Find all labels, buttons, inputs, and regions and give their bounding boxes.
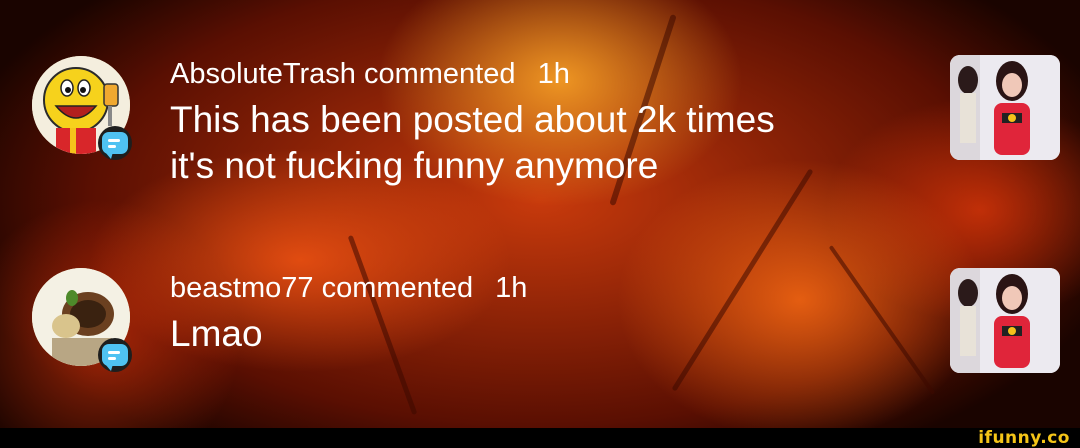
footer-bar: ifunny.co <box>0 428 1080 448</box>
post-thumbnail-image <box>950 268 1060 373</box>
comment-text-line: This has been posted about 2k times <box>170 99 775 140</box>
comment-time: 1h <box>495 272 528 304</box>
comment-action: commented <box>321 272 474 304</box>
post-thumbnail[interactable] <box>950 55 1060 160</box>
brand-watermark: ifunny.co <box>978 428 1070 448</box>
comment-badge <box>98 126 132 160</box>
comment-meta: AbsoluteTrash commented 1h <box>170 58 775 91</box>
comment-action: commented <box>363 58 516 90</box>
comment-bubble-icon <box>102 132 128 159</box>
comment-bubble-icon <box>102 344 128 371</box>
comment-username[interactable]: AbsoluteTrash <box>170 58 356 90</box>
comment-meta: beastmo77 commented 1h <box>170 272 527 305</box>
comment-time: 1h <box>537 58 570 90</box>
comment-username[interactable]: beastmo77 <box>170 272 314 304</box>
post-thumbnail-image <box>950 55 1060 160</box>
comment-badge <box>98 338 132 372</box>
comment-text-line: Lmao <box>170 313 263 354</box>
post-thumbnail[interactable] <box>950 268 1060 373</box>
comment-text: Lmao <box>170 311 527 357</box>
comment-text: This has been posted about 2k times it's… <box>170 97 775 189</box>
comment-text-line: it's not fucking funny anymore <box>170 145 659 186</box>
